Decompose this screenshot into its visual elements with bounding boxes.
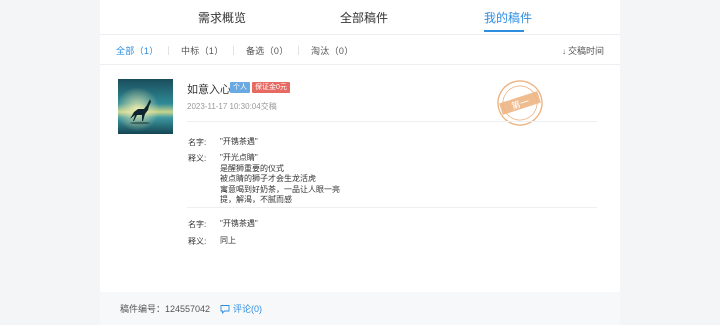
personal-badge: 个人 xyxy=(230,82,250,93)
comment-label: 评论(0) xyxy=(233,304,262,314)
filter-shortlisted[interactable]: 备选（0） xyxy=(246,44,289,57)
filter-divider xyxy=(233,46,234,55)
proposal-desc-label: 释义: xyxy=(188,154,207,163)
comment-icon xyxy=(220,305,230,315)
deposit-badge: 保证金0元 xyxy=(252,82,290,93)
top-tabs: 需求概览 全部稿件 我的稿件 xyxy=(100,0,620,35)
sort-by-submission-time[interactable]: ↓ 交稿时间 xyxy=(562,44,604,57)
filter-bar: 全部（1） 中标（1） 备选（0） 淘汰（0） ↓ 交稿时间 xyxy=(100,35,620,65)
tab-requirement-overview[interactable]: 需求概览 xyxy=(198,9,246,26)
avatar[interactable] xyxy=(118,79,173,134)
sort-label: 交稿时间 xyxy=(567,46,604,56)
submission-author-name[interactable]: 如意入心 xyxy=(187,81,231,97)
comment-link[interactable]: 评论(0) xyxy=(220,302,262,315)
desc-line: "开光点睛" xyxy=(220,153,258,162)
proposal-desc-label: 释义: xyxy=(188,237,207,246)
main-panel: 需求概览 全部稿件 我的稿件 全部（1） 中标（1） 备选（0） 淘汰（0） ↓… xyxy=(100,0,620,325)
divider xyxy=(187,121,597,122)
filter-all[interactable]: 全部（1） xyxy=(116,44,159,57)
sort-down-icon: ↓ xyxy=(561,47,566,56)
filter-eliminated[interactable]: 淘汰（0） xyxy=(311,44,354,57)
tab-all-submissions[interactable]: 全部稿件 xyxy=(340,9,388,26)
proposal-name-value: "开镌茶遇" xyxy=(220,219,258,228)
desc-line: 是醒狮重要的仪式 xyxy=(220,163,284,173)
proposal-name-label: 名字: xyxy=(188,220,207,229)
divider xyxy=(187,207,597,208)
active-tab-underline xyxy=(484,30,524,32)
work-id: 稿件编号：124557042 xyxy=(120,304,211,314)
proposal-desc: 同上 xyxy=(220,236,236,245)
desc-line: 被点睛的狮子才会生龙活虎 xyxy=(220,174,316,183)
desc-line: 提，解渴，不腻而感 xyxy=(220,195,292,204)
filter-divider xyxy=(168,46,169,55)
proposal-desc: "开光点睛" 是醒狮重要的仪式 被点睛的狮子才会生龙活虎 寓意喝到好奶茶，一品让… xyxy=(220,153,340,206)
desc-line: 寓意喝到好奶茶，一品让人眼一亮 xyxy=(220,184,340,194)
proposal-name-label: 名字: xyxy=(188,138,207,147)
filter-winning[interactable]: 中标（1） xyxy=(181,44,224,57)
submission-footer: 稿件编号：124557042 评论(0) xyxy=(100,292,620,325)
submission-time: 2023-11-17 10:30:04交稿 xyxy=(187,102,277,111)
tab-my-submissions[interactable]: 我的稿件 xyxy=(484,9,532,26)
proposal-name-value: "开镌茶遇" xyxy=(220,137,258,146)
filter-divider xyxy=(298,46,299,55)
